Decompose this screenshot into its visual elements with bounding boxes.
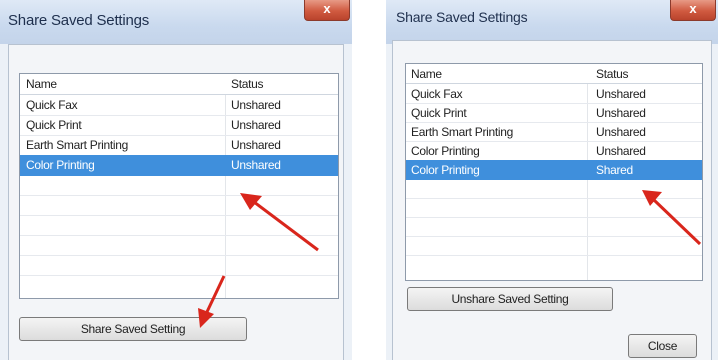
column-header-status[interactable]: Status	[596, 64, 629, 83]
dialog-title: Share Saved Settings	[396, 9, 528, 25]
setting-status: Unshared	[596, 86, 646, 101]
empty-row	[406, 217, 702, 237]
title-bar[interactable]: Share Saved Settings x	[386, 0, 718, 44]
setting-status: Unshared	[596, 143, 646, 158]
window-close-button[interactable]: x	[670, 0, 716, 21]
setting-name: Color Printing	[411, 143, 480, 158]
setting-name: Earth Smart Printing	[411, 124, 514, 139]
setting-name: Color Printing	[411, 162, 480, 177]
close-icon: x	[323, 1, 331, 16]
title-bar[interactable]: Share Saved Settings x	[0, 0, 352, 44]
empty-row	[20, 215, 338, 236]
dialog-body: Name Status Quick Fax Unshared Quick Pri…	[392, 40, 712, 360]
empty-row	[20, 175, 338, 196]
empty-row	[20, 195, 338, 216]
setting-status: Unshared	[231, 98, 281, 112]
setting-name: Earth Smart Printing	[26, 138, 129, 152]
list-header: Name Status	[406, 64, 702, 84]
setting-name: Quick Fax	[26, 98, 78, 112]
column-header-name[interactable]: Name	[26, 74, 57, 94]
share-settings-dialog-before: Share Saved Settings x Name Status Quick…	[0, 0, 352, 360]
list-header: Name Status	[20, 74, 338, 95]
column-header-name[interactable]: Name	[411, 64, 442, 83]
setting-status: Unshared	[231, 158, 281, 172]
setting-name: Quick Fax	[411, 86, 463, 101]
empty-row	[406, 179, 702, 199]
setting-status: Unshared	[231, 118, 281, 132]
list-item[interactable]: Color Printing Unshared	[406, 141, 702, 161]
settings-grid: Name Status Quick Fax Unshared Quick Pri…	[406, 64, 702, 280]
setting-status: Unshared	[596, 105, 646, 120]
close-button[interactable]: Close	[628, 334, 697, 358]
list-item[interactable]: Earth Smart Printing Unshared	[20, 135, 338, 156]
setting-status: Unshared	[231, 138, 281, 152]
empty-row	[406, 198, 702, 218]
list-item-selected[interactable]: Color Printing Shared	[406, 160, 702, 180]
share-saved-setting-button[interactable]: Share Saved Setting	[19, 317, 247, 341]
setting-name: Color Printing	[26, 158, 95, 172]
window-close-button[interactable]: x	[304, 0, 350, 21]
empty-row	[20, 255, 338, 276]
list-item[interactable]: Quick Print Unshared	[20, 115, 338, 136]
empty-row	[20, 235, 338, 256]
settings-grid: Name Status Quick Fax Unshared Quick Pri…	[20, 74, 338, 298]
dialog-title: Share Saved Settings	[8, 12, 150, 29]
unshare-saved-setting-button[interactable]: Unshare Saved Setting	[407, 287, 613, 311]
list-item-selected[interactable]: Color Printing Unshared	[20, 155, 338, 176]
list-item[interactable]: Quick Fax Unshared	[20, 95, 338, 116]
setting-status: Unshared	[596, 124, 646, 139]
list-item[interactable]: Earth Smart Printing Unshared	[406, 122, 702, 142]
setting-name: Quick Print	[26, 118, 82, 132]
setting-name: Quick Print	[411, 105, 467, 120]
share-settings-dialog-after: Share Saved Settings x Name Status Quick…	[386, 0, 718, 360]
close-icon: x	[689, 1, 697, 16]
settings-list[interactable]: Name Status Quick Fax Unshared Quick Pri…	[19, 73, 339, 299]
settings-list[interactable]: Name Status Quick Fax Unshared Quick Pri…	[405, 63, 703, 281]
column-header-status[interactable]: Status	[231, 74, 264, 94]
setting-status: Shared	[596, 162, 633, 177]
list-item[interactable]: Quick Print Unshared	[406, 103, 702, 123]
empty-row	[406, 236, 702, 256]
dialog-body: Name Status Quick Fax Unshared Quick Pri…	[8, 44, 344, 360]
list-item[interactable]: Quick Fax Unshared	[406, 84, 702, 104]
